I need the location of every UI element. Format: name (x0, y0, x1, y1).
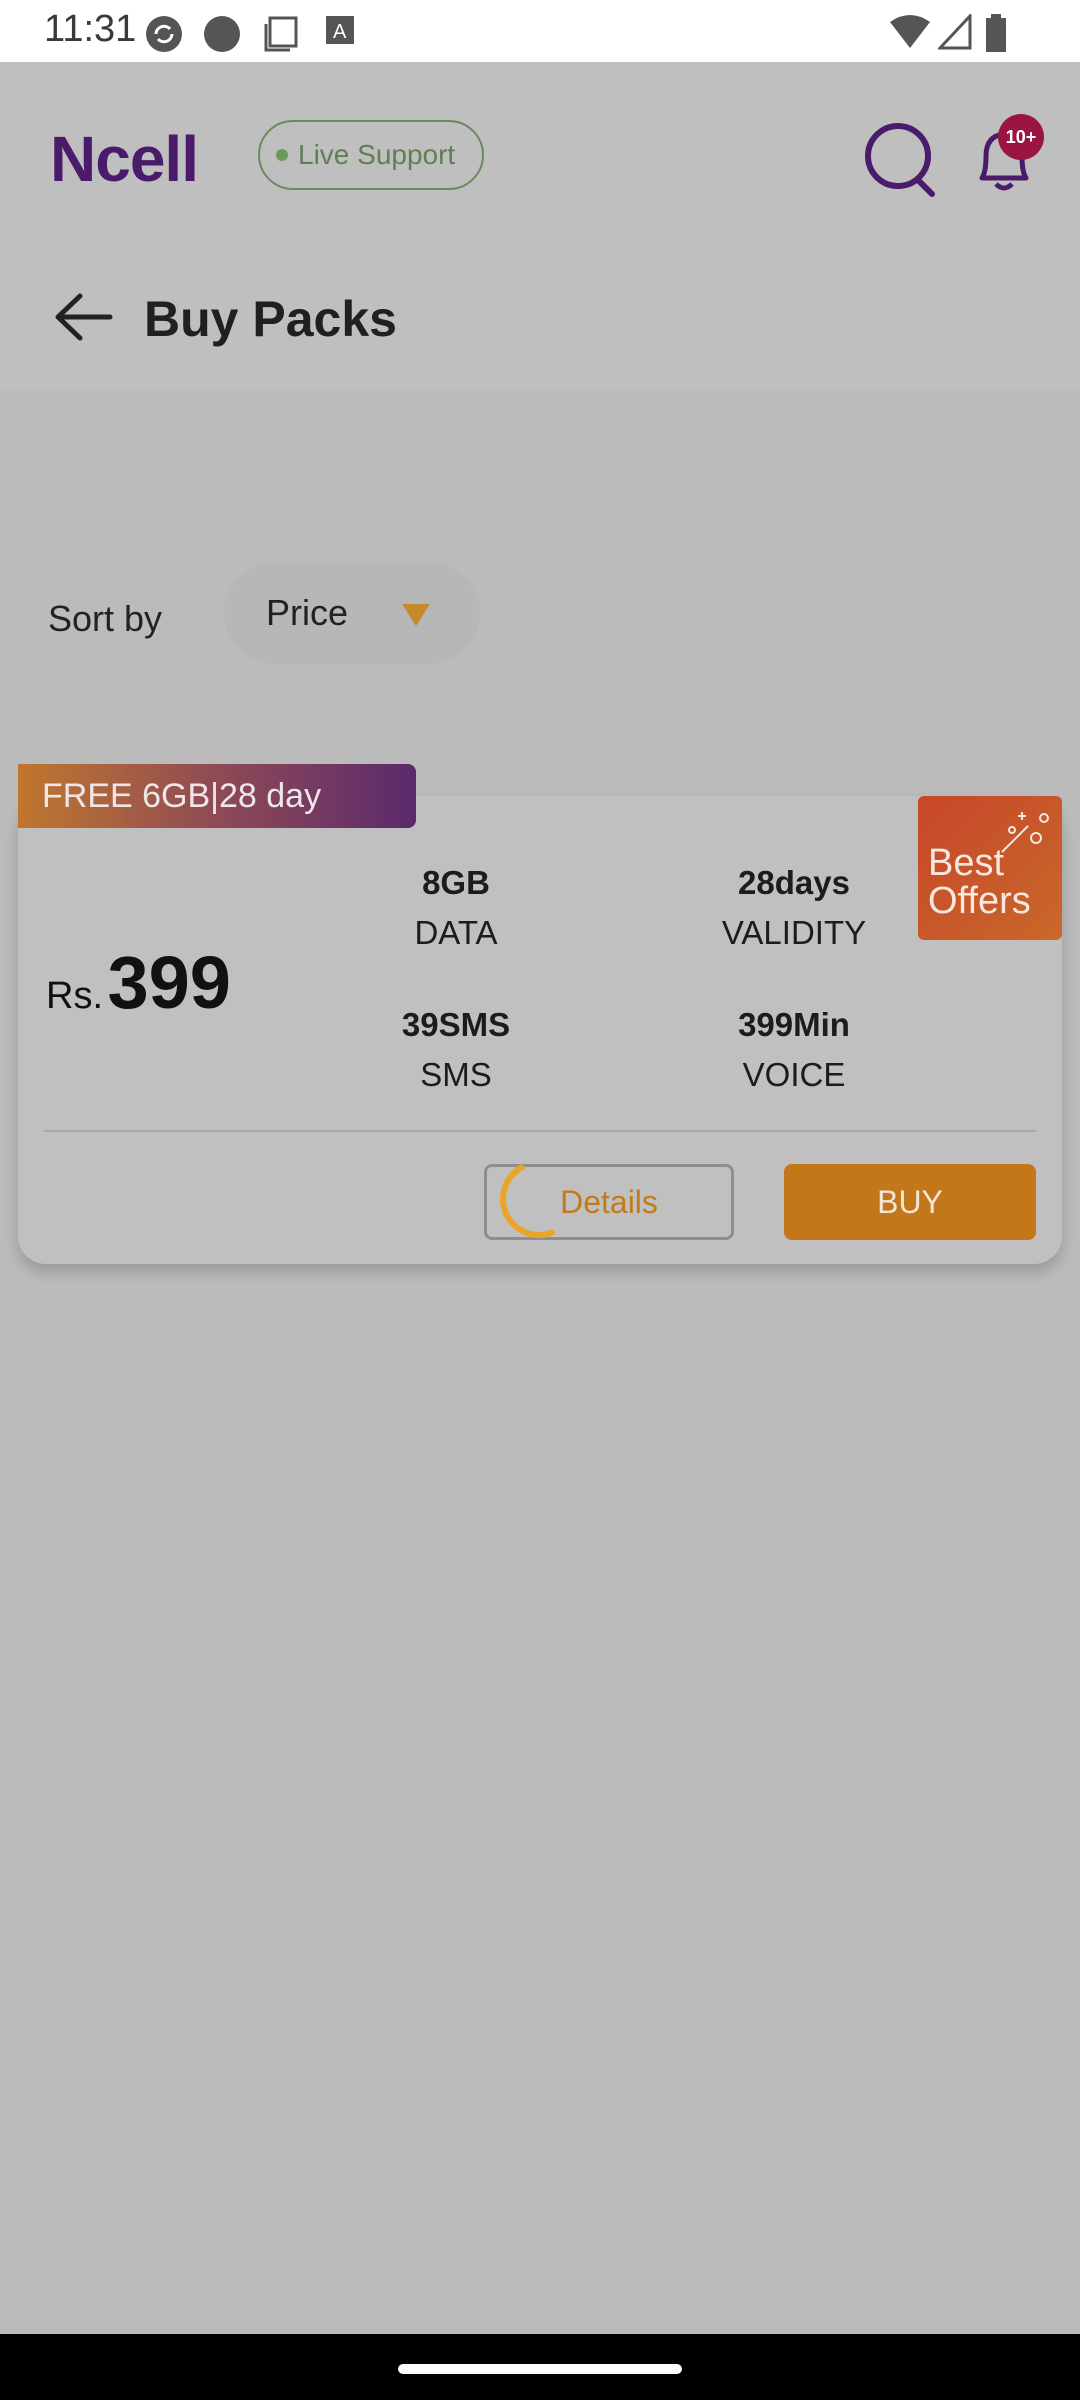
search-icon[interactable] (860, 118, 940, 198)
spec-label: SMS (420, 1056, 492, 1093)
spec-data: 8GB DATA (346, 864, 566, 952)
spec-value: 39SMS (401, 1006, 511, 1043)
back-arrow-icon[interactable] (54, 290, 114, 344)
sort-dropdown[interactable]: Price (224, 562, 480, 664)
notification-badge: 10+ (998, 114, 1044, 160)
home-gesture-handle[interactable] (398, 2364, 682, 2374)
spec-voice: 399Min VOICE (684, 1006, 904, 1094)
ncell-logo[interactable]: Ncell (50, 122, 199, 196)
spec-sms: 39SMS SMS (346, 1006, 566, 1094)
card-divider (44, 1130, 1036, 1132)
live-support-button[interactable]: Live Support (258, 120, 484, 190)
copy-icon (264, 16, 298, 52)
circle-icon (204, 16, 240, 52)
caret-down-icon (402, 604, 430, 626)
live-support-label: Live Support (298, 139, 456, 170)
sort-label: Sort by (48, 598, 163, 639)
buy-button[interactable]: BUY (784, 1164, 1036, 1240)
status-time: 11:31 (44, 8, 137, 50)
spec-label: VALIDITY (721, 914, 867, 951)
price-currency: Rs. (46, 975, 103, 1017)
spec-validity: 28days VALIDITY (684, 864, 904, 952)
status-bar: 11:31 A (0, 0, 1080, 62)
spec-value: 399Min (738, 1006, 850, 1043)
svg-text:A: A (333, 21, 347, 43)
page-title: Buy Packs (144, 291, 397, 347)
spec-value: 8GB (422, 864, 490, 901)
sort-value: Price (266, 592, 349, 633)
sparkle-icon (1001, 812, 1049, 853)
spec-label: VOICE (742, 1056, 846, 1093)
navigation-bar (0, 2334, 1080, 2400)
signal-icon (938, 14, 972, 50)
promo-tag: FREE 6GB|28 day (18, 764, 416, 828)
spec-label: DATA (414, 914, 498, 951)
best-offers-badge: Best Offers (918, 796, 1062, 940)
app-header: Ncell Live Support 10+ Buy Packs (0, 62, 1080, 390)
keyboard-icon: A (326, 16, 354, 44)
online-dot-icon (276, 149, 288, 161)
sync-icon (146, 16, 182, 52)
battery-icon (986, 14, 1006, 52)
pack-price: Rs. 399 (46, 940, 231, 1025)
price-value: 399 (107, 941, 231, 1024)
spec-value: 28days (738, 864, 850, 901)
wifi-icon (890, 15, 930, 48)
